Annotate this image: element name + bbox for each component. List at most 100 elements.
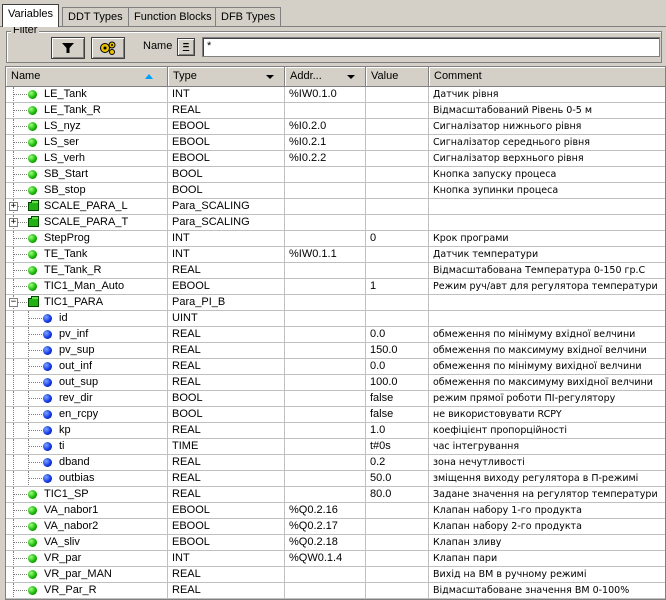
browse-button[interactable]	[91, 37, 125, 59]
column-header-value[interactable]: Value	[366, 67, 429, 87]
value-cell[interactable]	[366, 151, 429, 167]
equals-button[interactable]: =	[177, 38, 195, 56]
address-cell[interactable]	[285, 567, 366, 583]
address-cell[interactable]	[285, 103, 366, 119]
expand-icon[interactable]: +	[9, 218, 18, 227]
type-cell[interactable]: UINT	[168, 311, 285, 327]
name-cell[interactable]: out_inf	[6, 359, 168, 375]
address-cell[interactable]	[285, 359, 366, 375]
comment-cell[interactable]: Кнопка зупинки процеса	[429, 183, 665, 199]
name-cell[interactable]: VA_nabor1	[6, 503, 168, 519]
type-cell[interactable]: REAL	[168, 103, 285, 119]
address-cell[interactable]	[285, 215, 366, 231]
value-cell[interactable]	[366, 247, 429, 263]
address-cell[interactable]	[285, 455, 366, 471]
value-cell[interactable]: 0.0	[366, 327, 429, 343]
value-cell[interactable]	[366, 199, 429, 215]
address-cell[interactable]	[285, 295, 366, 311]
name-cell[interactable]: VR_par	[6, 551, 168, 567]
table-row[interactable]: out_sup REAL 100.0 обмеження по максимуму в…	[6, 375, 665, 391]
address-cell[interactable]: %I0.2.1	[285, 135, 366, 151]
value-cell[interactable]: 0.2	[366, 455, 429, 471]
type-cell[interactable]: BOOL	[168, 391, 285, 407]
table-row[interactable]: en_rcpy BOOL false не використовувати RCPY	[6, 407, 665, 423]
value-cell[interactable]: false	[366, 391, 429, 407]
value-cell[interactable]	[366, 551, 429, 567]
comment-cell[interactable]: Вихід на ВМ в ручному режимі	[429, 567, 665, 583]
name-cell[interactable]: VA_sliv	[6, 535, 168, 551]
comment-cell[interactable]: зміщення виходу регулятора в П-режимі	[429, 471, 665, 487]
type-cell[interactable]: REAL	[168, 471, 285, 487]
name-filter-input[interactable]: *	[202, 37, 660, 57]
address-cell[interactable]	[285, 167, 366, 183]
address-cell[interactable]	[285, 391, 366, 407]
type-cell[interactable]: BOOL	[168, 407, 285, 423]
address-cell[interactable]	[285, 439, 366, 455]
name-cell[interactable]: TIC1_Man_Auto	[6, 279, 168, 295]
value-cell[interactable]: t#0s	[366, 439, 429, 455]
tab-variables[interactable]: Variables	[2, 4, 60, 27]
comment-cell[interactable]: обмеження по мінімуму вхідної велчини	[429, 327, 665, 343]
type-cell[interactable]: INT	[168, 87, 285, 103]
collapse-icon[interactable]: −	[9, 298, 18, 307]
table-row[interactable]: pv_inf REAL 0.0 обмеження по мінімуму вхідн…	[6, 327, 665, 343]
name-cell[interactable]: SB_stop	[6, 183, 168, 199]
tab-dfb-types[interactable]: DFB Types	[215, 7, 282, 26]
expand-icon[interactable]: +	[9, 202, 18, 211]
address-cell[interactable]: %IW0.1.0	[285, 87, 366, 103]
table-row[interactable]: pv_sup REAL 150.0 обмеження по максимуму вх…	[6, 343, 665, 359]
column-header-comment[interactable]: Comment	[429, 67, 665, 87]
type-cell[interactable]: EBOOL	[168, 519, 285, 535]
comment-cell[interactable]: Відмасштабоване значення ВМ 0-100%	[429, 583, 665, 599]
comment-cell[interactable]	[429, 215, 665, 231]
type-cell[interactable]: BOOL	[168, 167, 285, 183]
type-cell[interactable]: REAL	[168, 327, 285, 343]
type-cell[interactable]: INT	[168, 551, 285, 567]
column-header-type[interactable]: Type	[168, 67, 285, 87]
name-cell[interactable]: pv_inf	[6, 327, 168, 343]
value-cell[interactable]: 80.0	[366, 487, 429, 503]
comment-cell[interactable]: Клапан набору 2-го продукта	[429, 519, 665, 535]
table-row[interactable]: SB_Start BOOL Кнопка запуску процеса	[6, 167, 665, 183]
address-cell[interactable]: %QW0.1.4	[285, 551, 366, 567]
type-cell[interactable]: REAL	[168, 359, 285, 375]
value-cell[interactable]: 0	[366, 231, 429, 247]
table-row[interactable]: + SCALE_PARA_L Para_SCALING	[6, 199, 665, 215]
comment-cell[interactable]: коефіцієнт пропорційності	[429, 423, 665, 439]
table-row[interactable]: VA_nabor2 EBOOL %Q0.2.17 Клапан набору 2-го…	[6, 519, 665, 535]
value-cell[interactable]: 1.0	[366, 423, 429, 439]
address-cell[interactable]	[285, 231, 366, 247]
type-cell[interactable]: EBOOL	[168, 119, 285, 135]
address-cell[interactable]: %Q0.2.17	[285, 519, 366, 535]
name-cell[interactable]: − TIC1_PARA	[6, 295, 168, 311]
name-cell[interactable]: en_rcpy	[6, 407, 168, 423]
name-cell[interactable]: rev_dir	[6, 391, 168, 407]
address-cell[interactable]	[285, 263, 366, 279]
address-cell[interactable]: %Q0.2.18	[285, 535, 366, 551]
name-cell[interactable]: + SCALE_PARA_T	[6, 215, 168, 231]
address-cell[interactable]	[285, 279, 366, 295]
table-row[interactable]: LS_nyz EBOOL %I0.2.0 Сигналізатор нижнього …	[6, 119, 665, 135]
value-cell[interactable]: 0.0	[366, 359, 429, 375]
name-cell[interactable]: StepProg	[6, 231, 168, 247]
table-row[interactable]: TE_Tank INT %IW0.1.1 Датчик температури	[6, 247, 665, 263]
name-cell[interactable]: LS_nyz	[6, 119, 168, 135]
table-row[interactable]: VA_nabor1 EBOOL %Q0.2.16 Клапан набору 1-го…	[6, 503, 665, 519]
comment-cell[interactable]	[429, 295, 665, 311]
tab-function-blocks[interactable]: Function Blocks	[128, 7, 218, 26]
address-cell[interactable]: %I0.2.2	[285, 151, 366, 167]
type-cell[interactable]: REAL	[168, 567, 285, 583]
name-cell[interactable]: + SCALE_PARA_L	[6, 199, 168, 215]
address-cell[interactable]	[285, 311, 366, 327]
type-cell[interactable]: EBOOL	[168, 279, 285, 295]
table-row[interactable]: VA_sliv EBOOL %Q0.2.18 Клапан зливу	[6, 535, 665, 551]
type-cell[interactable]: EBOOL	[168, 535, 285, 551]
name-cell[interactable]: out_sup	[6, 375, 168, 391]
value-cell[interactable]	[366, 295, 429, 311]
value-cell[interactable]	[366, 535, 429, 551]
name-cell[interactable]: ti	[6, 439, 168, 455]
name-cell[interactable]: id	[6, 311, 168, 327]
type-cell[interactable]: Para_PI_B	[168, 295, 285, 311]
value-cell[interactable]	[366, 519, 429, 535]
type-cell[interactable]: BOOL	[168, 183, 285, 199]
